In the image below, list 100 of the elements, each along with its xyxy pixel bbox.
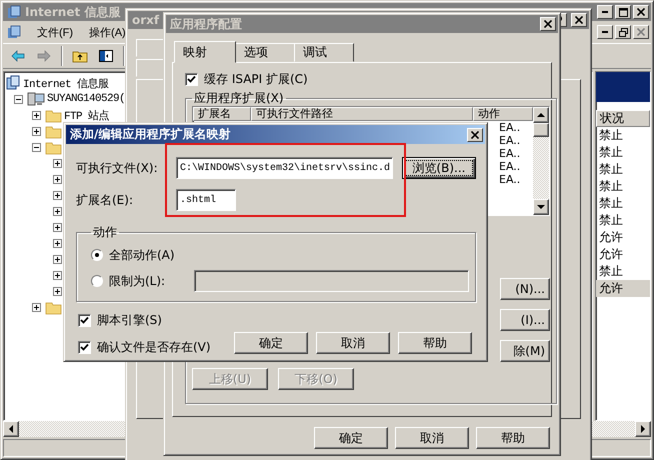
back-arrow-icon bbox=[10, 48, 26, 64]
checkbox-label: 确认文件是否存在(V) bbox=[97, 339, 211, 356]
checkbox[interactable] bbox=[78, 341, 91, 354]
group-label: 应用程序扩展(X) bbox=[193, 90, 285, 107]
expander-icon[interactable] bbox=[14, 94, 23, 104]
up-arrow-icon bbox=[537, 113, 545, 117]
list-cell: EA.. bbox=[499, 134, 520, 147]
list-cell: EA.. bbox=[499, 121, 520, 134]
status-cell[interactable]: 禁止 bbox=[596, 263, 650, 280]
status-cell[interactable]: 允许 bbox=[596, 246, 650, 263]
radio-button[interactable] bbox=[91, 275, 103, 287]
radio-button[interactable] bbox=[91, 249, 103, 261]
app-icon bbox=[7, 25, 21, 39]
status-cell[interactable]: 允许 bbox=[596, 280, 650, 297]
tab[interactable]: 调试 bbox=[294, 43, 354, 62]
expander-icon[interactable] bbox=[53, 158, 62, 168]
column-header[interactable]: 状况 bbox=[596, 110, 650, 127]
expander-icon[interactable] bbox=[53, 222, 62, 232]
scroll-up-button[interactable] bbox=[533, 107, 549, 123]
close-icon bbox=[637, 28, 645, 36]
restore-icon bbox=[618, 28, 628, 36]
folder-icon bbox=[45, 108, 62, 122]
status-cell[interactable]: 禁止 bbox=[596, 212, 650, 229]
close-icon bbox=[544, 20, 552, 28]
executable-field[interactable]: C:\WINDOWS\system32\inetsrv\ssinc.d bbox=[176, 157, 393, 179]
down-arrow-icon bbox=[537, 205, 545, 209]
dialog-title: 添加/编辑应用程序扩展名映射 bbox=[70, 126, 230, 143]
list-action-button[interactable]: (N)... bbox=[500, 278, 550, 300]
expander-icon[interactable] bbox=[53, 238, 62, 248]
close-icon bbox=[471, 130, 479, 138]
checkbox-label: 缓存 ISAPI 扩展(C) bbox=[204, 71, 308, 88]
browse-button[interactable]: 浏览(B)... bbox=[402, 157, 476, 179]
scroll-thumb[interactable] bbox=[533, 123, 549, 137]
expander-icon[interactable] bbox=[53, 254, 62, 264]
field-label: 扩展名(E): bbox=[76, 192, 134, 208]
status-cell[interactable]: 禁止 bbox=[596, 127, 650, 144]
radio-label: 限制为(L): bbox=[109, 272, 166, 290]
tree-item[interactable]: SUYANG140529( bbox=[47, 93, 126, 105]
radio-label: 全部动作(A) bbox=[109, 246, 175, 264]
status-cell[interactable]: 禁止 bbox=[596, 195, 650, 212]
status-cell[interactable]: 禁止 bbox=[596, 144, 650, 161]
computer-icon bbox=[27, 91, 45, 107]
menu-item[interactable]: 文件(F) bbox=[37, 24, 74, 40]
verbs-field[interactable] bbox=[194, 270, 469, 292]
help-button[interactable]: 帮助 bbox=[476, 427, 550, 449]
expander-icon[interactable] bbox=[53, 286, 62, 296]
folder-icon bbox=[45, 300, 62, 314]
column-header[interactable]: 扩展名 bbox=[193, 107, 251, 121]
help-button[interactable]: 帮助 bbox=[398, 332, 472, 354]
expander-icon[interactable] bbox=[32, 302, 41, 312]
maximize-icon bbox=[618, 8, 628, 16]
list-cell: EA.. bbox=[499, 147, 520, 160]
cancel-button[interactable]: 取消 bbox=[316, 332, 390, 354]
window-title: Internet 信息服 bbox=[25, 4, 120, 20]
left-arrow-icon bbox=[9, 425, 13, 433]
ok-button[interactable]: 确定 bbox=[234, 332, 308, 354]
expander-icon[interactable] bbox=[53, 206, 62, 216]
expander-icon[interactable] bbox=[53, 190, 62, 200]
show-tree-icon bbox=[98, 48, 114, 64]
expander-icon[interactable] bbox=[53, 174, 62, 184]
close-icon bbox=[575, 16, 583, 24]
vertical-scrollbar[interactable] bbox=[533, 107, 549, 215]
scroll-right-button[interactable] bbox=[635, 421, 651, 437]
scroll-down-button[interactable] bbox=[533, 199, 549, 215]
checkbox[interactable] bbox=[185, 73, 198, 86]
list-cell: EA.. bbox=[499, 160, 520, 173]
server-stack-icon bbox=[5, 75, 21, 91]
expander-icon[interactable] bbox=[32, 142, 41, 152]
status-cell[interactable]: 禁止 bbox=[596, 161, 650, 178]
expander-icon[interactable] bbox=[32, 110, 41, 120]
expander-icon[interactable] bbox=[32, 126, 41, 136]
close-button[interactable] bbox=[467, 128, 483, 142]
ok-button[interactable]: 确定 bbox=[314, 427, 388, 449]
field-label: 可执行文件(X): bbox=[76, 160, 159, 176]
status-cell[interactable]: 禁止 bbox=[596, 178, 650, 195]
list-cell: EA.. bbox=[499, 173, 520, 186]
extension-field[interactable]: .shtml bbox=[176, 189, 236, 211]
folder-icon bbox=[45, 140, 62, 154]
close-icon bbox=[637, 8, 645, 16]
list-action-button[interactable]: 除(M) bbox=[500, 340, 550, 362]
banner bbox=[596, 72, 650, 102]
group-label: 动作 bbox=[92, 224, 118, 241]
tree-item[interactable]: FTP 站点 bbox=[64, 108, 109, 122]
cancel-button[interactable]: 取消 bbox=[395, 427, 469, 449]
column-header[interactable]: 动作 bbox=[473, 107, 533, 121]
expander-icon[interactable] bbox=[53, 270, 62, 280]
restore-button[interactable] bbox=[615, 25, 631, 39]
column-header[interactable]: 可执行文件路径 bbox=[251, 107, 473, 121]
minimize-button[interactable] bbox=[597, 25, 613, 39]
list-action-button[interactable]: (I)... bbox=[500, 309, 550, 331]
folder-icon bbox=[45, 124, 62, 138]
tab[interactable]: 映射 bbox=[174, 41, 236, 63]
checkbox[interactable] bbox=[78, 314, 91, 327]
menu-item[interactable]: 操作(A) bbox=[89, 24, 126, 40]
checkbox-label: 脚本引擎(S) bbox=[97, 312, 162, 329]
app-icon bbox=[7, 5, 21, 19]
scroll-left-button[interactable] bbox=[3, 421, 19, 437]
close-button[interactable] bbox=[633, 25, 649, 39]
status-cell[interactable]: 允许 bbox=[596, 229, 650, 246]
tree-item[interactable]: Internet 信息服 bbox=[23, 76, 108, 90]
